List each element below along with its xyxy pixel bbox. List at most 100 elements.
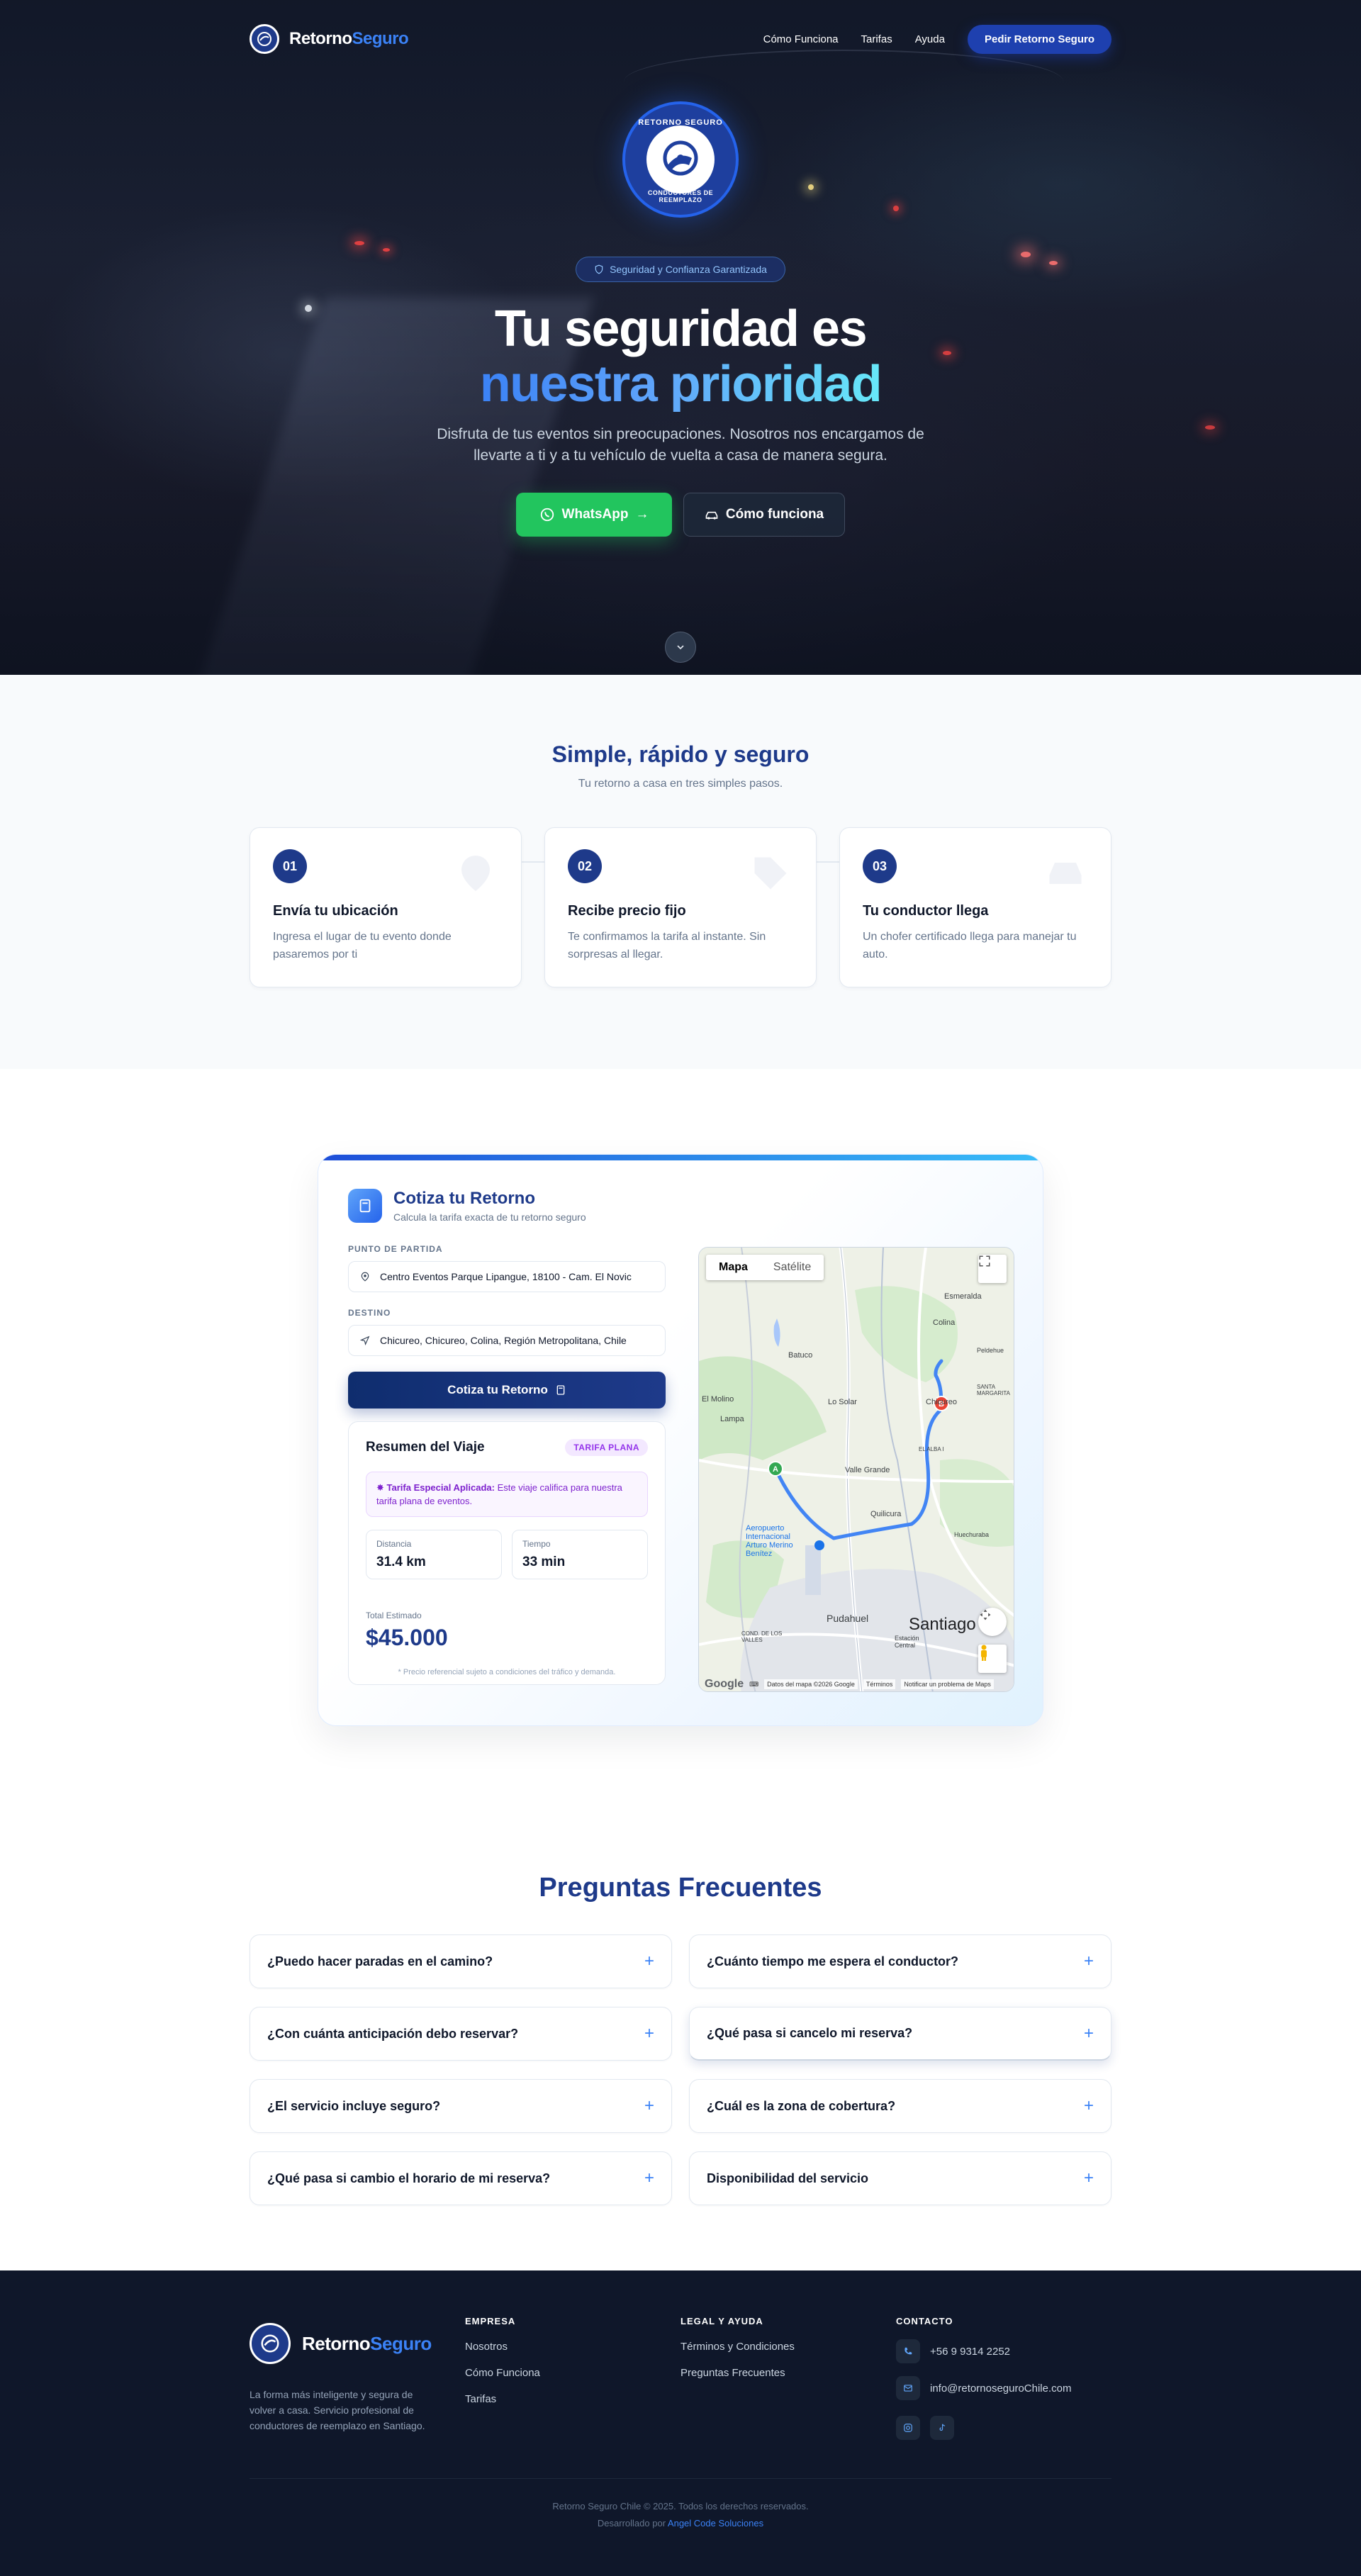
map-label-aeropuerto: Aeropuerto Internacional Arturo Merino B… xyxy=(746,1524,793,1558)
street-view-pegman[interactable] xyxy=(978,1645,1007,1673)
footer-phone[interactable]: +56 9 9314 2252 xyxy=(896,2339,1111,2363)
faq-item[interactable]: ¿Qué pasa si cambio el horario de mi res… xyxy=(250,2151,672,2205)
car-icon xyxy=(705,511,718,520)
footer-link-nosotros[interactable]: Nosotros xyxy=(465,2341,680,2353)
map-fullscreen-button[interactable] xyxy=(978,1255,1007,1283)
footer-link-faq[interactable]: Preguntas Frecuentes xyxy=(680,2367,896,2379)
faq-question: ¿Cuál es la zona de cobertura? xyxy=(707,2098,896,2113)
keyboard-icon[interactable]: ⌨ xyxy=(749,1681,758,1689)
origin-input[interactable]: Centro Eventos Parque Lipangue, 18100 - … xyxy=(348,1261,666,1292)
arrow-right-icon: → xyxy=(635,507,649,522)
whatsapp-button[interactable]: WhatsApp → xyxy=(516,493,672,537)
footer-brand-row[interactable]: RetornoSeguro xyxy=(250,2323,465,2364)
trip-summary-title: Resumen del Viaje xyxy=(366,1440,485,1455)
distance-value: 31.4 km xyxy=(376,1555,426,1569)
faq-item[interactable]: ¿Con cuánta anticipación debo reservar? + xyxy=(250,2007,672,2061)
tiktok-icon[interactable] xyxy=(930,2416,954,2440)
map-label-estacion: Estación Central xyxy=(895,1635,919,1649)
map-terms-link[interactable]: Términos xyxy=(863,1679,896,1689)
footer-company-heading: EMPRESA xyxy=(465,2316,516,2326)
quote-card: Cotiza tu Retorno Calcula la tarifa exac… xyxy=(318,1154,1043,1726)
instagram-icon[interactable] xyxy=(896,2416,920,2440)
faq-item[interactable]: ¿Cuál es la zona de cobertura? + xyxy=(689,2079,1111,2133)
navigation-arrow-icon xyxy=(360,1335,370,1345)
nav-links: Cómo Funciona Tarifas Ayuda Pedir Retorn… xyxy=(763,24,1111,54)
footer-columns: RetornoSeguro La forma más inteligente y… xyxy=(250,2313,1111,2440)
plus-icon: + xyxy=(1083,2023,1094,2043)
faq-question: ¿Cuánto tiempo me espera el conductor? xyxy=(707,1954,959,1969)
origin-label: PUNTO DE PARTIDA xyxy=(348,1244,443,1254)
faq-item[interactable]: ¿Cuánto tiempo me espera el conductor? + xyxy=(689,1934,1111,1988)
trust-badge-label: Seguridad y Confianza Garantizada xyxy=(610,264,767,275)
route-map[interactable]: A B Esmeralda Colina Batuco El Molino Lo… xyxy=(698,1247,1014,1692)
map-camera-control[interactable] xyxy=(978,1608,1007,1636)
quote-subtitle: Calcula la tarifa exacta de tu retorno s… xyxy=(393,1211,586,1223)
nav-link-como-funciona[interactable]: Cómo Funciona xyxy=(763,33,839,45)
tag-icon xyxy=(754,857,787,890)
whatsapp-icon xyxy=(540,508,554,522)
step-card: 02 Recibe precio fijo Te confirmamos la … xyxy=(544,827,817,987)
time-stat: Tiempo 33 min xyxy=(512,1530,648,1579)
plus-icon: + xyxy=(644,2024,654,2043)
cotiza-submit-button[interactable]: Cotiza tu Retorno xyxy=(348,1372,666,1409)
footer-link-terminos[interactable]: Términos y Condiciones xyxy=(680,2341,896,2353)
step-card: 03 Tu conductor llega Un chofer certific… xyxy=(839,827,1111,987)
footer-logo xyxy=(250,2323,291,2364)
footer-brand: RetornoSeguro La forma más inteligente y… xyxy=(250,2313,465,2440)
steering-hand-icon xyxy=(261,2334,279,2353)
total-footnote: * Precio referencial sujeto a condicione… xyxy=(398,1668,616,1676)
time-value: 33 min xyxy=(522,1555,566,1569)
map-tab-satelite[interactable]: Satélite xyxy=(761,1255,824,1280)
footer-legal: LEGAL Y AYUDA Términos y Condiciones Pre… xyxy=(680,2313,896,2440)
map-label-el-alba: EL ALBA I xyxy=(919,1446,944,1452)
nav-link-ayuda[interactable]: Ayuda xyxy=(915,33,945,45)
como-funciona-button-label: Cómo funciona xyxy=(725,507,824,522)
map-label-batuco: Batuco xyxy=(788,1351,813,1360)
map-label-colina: Colina xyxy=(933,1318,956,1327)
como-funciona-button[interactable]: Cómo funciona xyxy=(683,493,845,537)
nav-link-tarifas[interactable]: Tarifas xyxy=(861,33,892,45)
footer-dev-prefix: Desarrollado por xyxy=(597,2518,668,2529)
steps-title: Simple, rápido y seguro xyxy=(551,741,810,767)
footer-dev-link[interactable]: Angel Code Soluciones xyxy=(668,2518,763,2529)
pedir-retorno-button[interactable]: Pedir Retorno Seguro xyxy=(967,24,1111,54)
faq-question: ¿Puedo hacer paradas en el camino? xyxy=(267,1954,493,1969)
map-type-tabs: Mapa Satélite xyxy=(706,1255,824,1280)
map-data-credit: Datos del mapa ©2026 Google xyxy=(764,1679,858,1689)
step-text: Te confirmamos la tarifa al instante. Si… xyxy=(568,931,766,961)
phone-icon xyxy=(896,2339,920,2363)
plus-icon: + xyxy=(1083,2168,1094,2188)
quote-form: PUNTO DE PARTIDA Centro Eventos Parque L… xyxy=(348,1244,666,1685)
plus-icon: + xyxy=(644,1951,654,1971)
tarifa-plana-badge: TARIFA PLANA xyxy=(565,1439,648,1456)
faq-grid: ¿Puedo hacer paradas en el camino? + ¿Cuá… xyxy=(250,1934,1111,2205)
faq-item[interactable]: Disponibilidad del servicio + xyxy=(689,2151,1111,2205)
step-text: Un chofer certificado llega para manejar… xyxy=(863,931,1077,961)
whatsapp-button-label: WhatsApp xyxy=(561,507,629,522)
faq-item[interactable]: ¿Qué pasa si cancelo mi reserva? + xyxy=(689,2007,1111,2061)
footer-link-como-funciona[interactable]: Cómo Funciona xyxy=(465,2367,680,2379)
faq-item[interactable]: ¿El servicio incluye seguro? + xyxy=(250,2079,672,2133)
step-text: Ingresa el lugar de tu evento donde pasa… xyxy=(273,931,452,961)
brand-name: RetornoSeguro xyxy=(289,29,409,49)
hero-title-line2: nuestra prioridad xyxy=(0,357,1361,412)
footer-description: La forma más inteligente y segura de vol… xyxy=(250,2389,425,2431)
footer-legal-heading: LEGAL Y AYUDA xyxy=(680,2316,763,2326)
hero-title-line1: Tu seguridad es xyxy=(494,301,868,357)
faq-question: ¿Con cuánta anticipación debo reservar? xyxy=(267,2026,519,2041)
map-label-peldehue: Peldehue xyxy=(977,1347,1004,1354)
map-label-cond-valles: COND. DE LOS VALLES xyxy=(741,1630,783,1643)
destination-input[interactable]: Chicureo, Chicureo, Colina, Región Metro… xyxy=(348,1325,666,1356)
map-report-link[interactable]: Notificar un problema de Maps xyxy=(901,1679,994,1689)
step-number: 02 xyxy=(568,849,602,883)
faq-item[interactable]: ¿Puedo hacer paradas en el camino? + xyxy=(250,1934,672,1988)
plus-icon: + xyxy=(1083,2096,1094,2115)
trip-summary-header: Resumen del Viaje TARIFA PLANA xyxy=(366,1439,648,1456)
footer-contact-heading: CONTACTO xyxy=(896,2316,953,2326)
faq-title: Preguntas Frecuentes xyxy=(539,1873,822,1903)
scroll-down-button[interactable] xyxy=(665,632,696,663)
footer-link-tarifas[interactable]: Tarifas xyxy=(465,2393,680,2405)
map-tab-mapa[interactable]: Mapa xyxy=(706,1255,761,1280)
brand[interactable]: RetornoSeguro xyxy=(250,24,409,54)
footer-email[interactable]: info@retornoseguroChile.com xyxy=(896,2376,1111,2400)
